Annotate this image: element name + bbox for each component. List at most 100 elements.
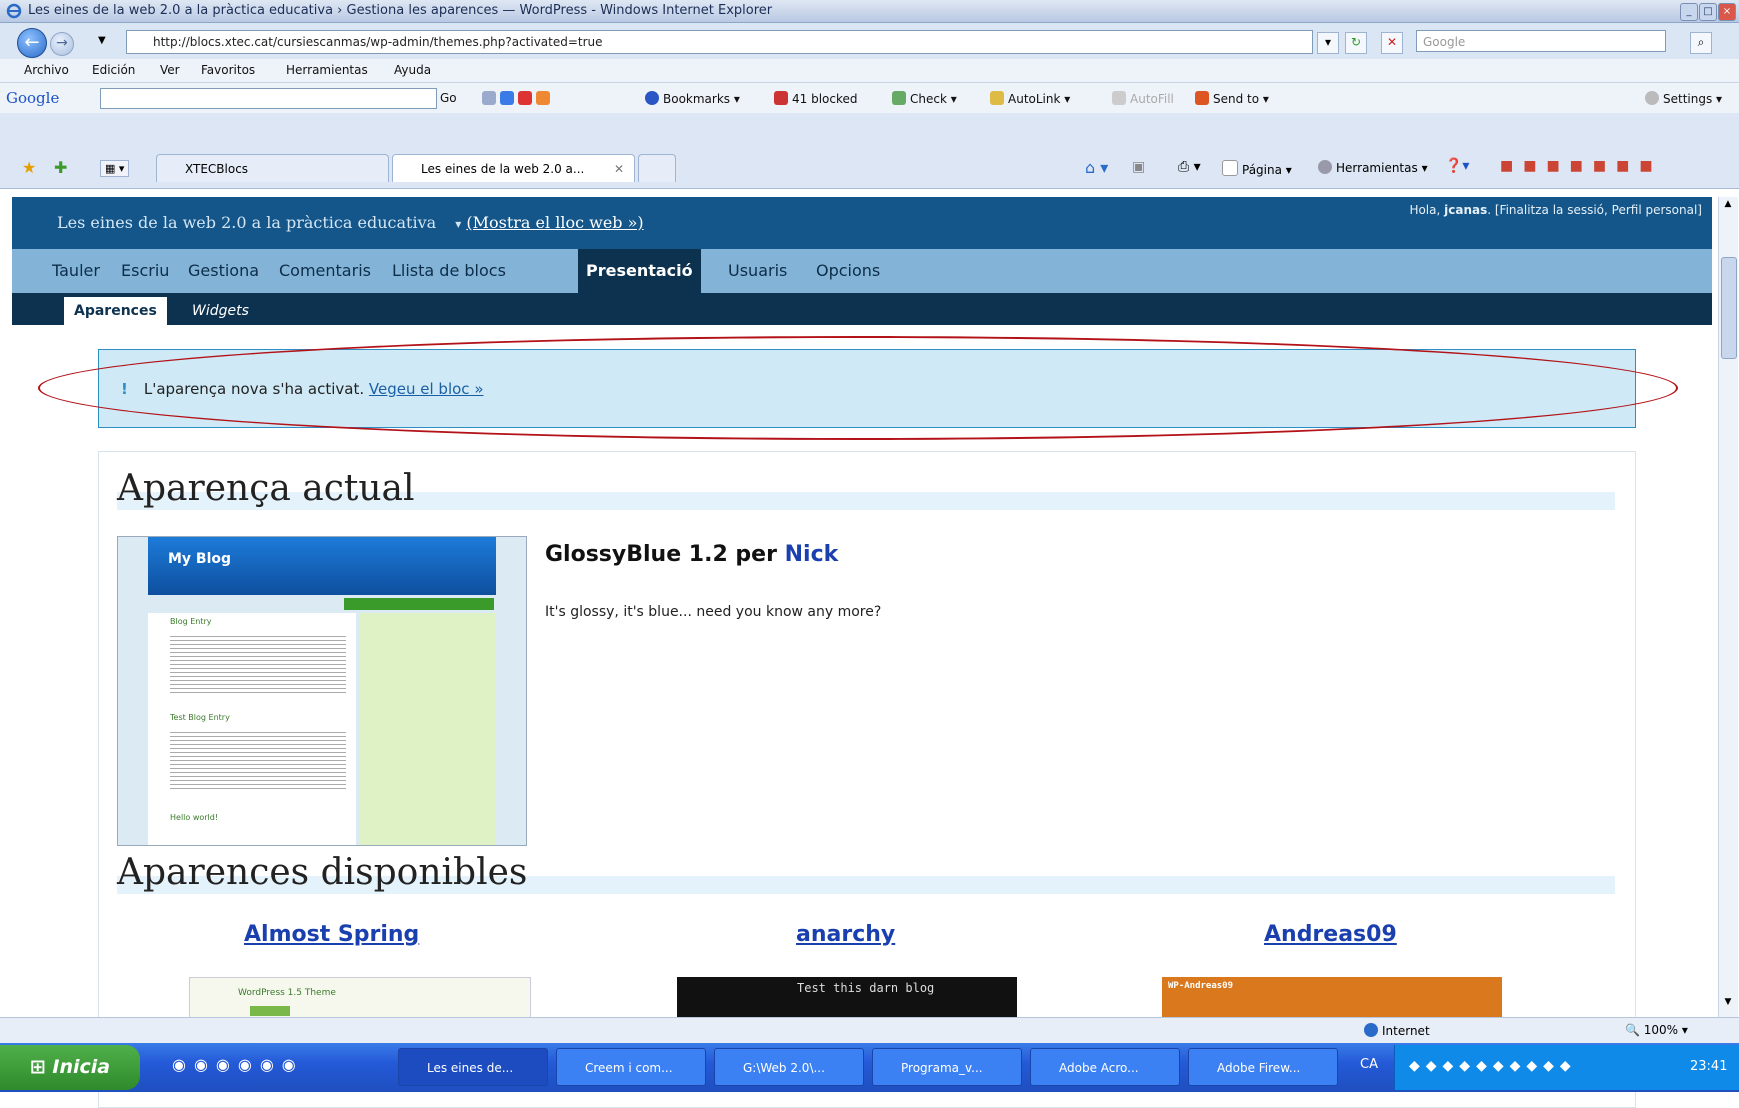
address-dropdown-icon[interactable]: ▾: [1317, 32, 1339, 54]
maximize-button[interactable]: □: [1699, 3, 1717, 21]
page-menu[interactable]: Página ▾: [1222, 160, 1292, 177]
task-creem[interactable]: Creem i com...: [556, 1048, 706, 1086]
menu-gestiona[interactable]: Gestiona: [188, 261, 259, 280]
feeds-icon[interactable]: ▣: [1132, 159, 1145, 175]
anarchy-thumbnail[interactable]: Test this darn blog: [677, 977, 1017, 1017]
minimize-button[interactable]: _: [1680, 3, 1698, 21]
username[interactable]: jcanas: [1444, 203, 1487, 217]
start-button[interactable]: ⊞ Inicia: [0, 1045, 140, 1090]
google-go-button[interactable]: Go: [440, 91, 457, 105]
annotation-ellipse: [38, 336, 1678, 440]
page-scrollbar[interactable]: ▲ ▼: [1718, 197, 1738, 1017]
menu-opcions[interactable]: Opcions: [816, 261, 880, 280]
tools-menu[interactable]: Herramientas ▾: [1318, 160, 1428, 175]
menu-edicion[interactable]: Edición: [92, 63, 135, 77]
scroll-down-arrow-icon[interactable]: ▼: [1720, 997, 1736, 1011]
tab-row: ★ ✚ ▦ ▾ XTECBlocs Les eines de la web 2.…: [0, 148, 1739, 189]
extension-icons[interactable]: ■■■■■■■: [1500, 158, 1663, 174]
window-title-bar: Les eines de la web 2.0 a la pràctica ed…: [0, 0, 1739, 23]
menu-herramientas[interactable]: Herramientas: [286, 63, 368, 77]
task-les-eines[interactable]: Les eines de...: [398, 1048, 548, 1086]
scroll-thumb[interactable]: [1721, 257, 1737, 359]
thumb-bar: [250, 1006, 290, 1016]
task-web20-folder[interactable]: G:\Web 2.0\...: [714, 1048, 864, 1086]
preview-nav: [344, 598, 494, 610]
back-button[interactable]: ←: [17, 28, 47, 58]
autolink-icon: [990, 91, 1004, 105]
quick-tabs-icon[interactable]: ▦ ▾: [100, 160, 130, 177]
quicklaunch-icons[interactable]: ◉◉◉◉◉◉: [172, 1055, 304, 1074]
print-icon[interactable]: ⎙ ▾: [1178, 159, 1201, 175]
menu-comentaris[interactable]: Comentaris: [279, 261, 371, 280]
autofill-button[interactable]: AutoFill: [1112, 91, 1174, 106]
add-favorite-icon[interactable]: ✚: [54, 158, 67, 177]
spellcheck-button[interactable]: Check ▾: [892, 91, 957, 106]
status-bar: Internet 🔍 100% ▾: [0, 1017, 1739, 1044]
home-icon[interactable]: ⌂ ▾: [1085, 158, 1108, 177]
search-input[interactable]: Google: [1416, 30, 1666, 52]
security-zone: Internet: [1364, 1023, 1430, 1038]
close-tab-icon[interactable]: ✕: [614, 155, 624, 182]
new-tab-button[interactable]: [638, 154, 676, 182]
zoom-level[interactable]: 🔍 100% ▾: [1625, 1023, 1688, 1037]
address-bar[interactable]: http://blocs.xtec.cat/cursiescanmas/wp-a…: [126, 30, 1313, 54]
news-icon: [536, 91, 550, 105]
menu-presentacio[interactable]: Presentació: [578, 249, 701, 293]
globe-icon: [1364, 1023, 1378, 1037]
tab-xtecblocs[interactable]: XTECBlocs: [156, 154, 389, 182]
star-icon: [645, 91, 659, 105]
stop-icon[interactable]: ✕: [1381, 32, 1403, 54]
address-toolbar: ← → ▼ http://blocs.xtec.cat/cursiescanma…: [0, 23, 1739, 59]
preview-text-lines: [170, 729, 346, 789]
almost-spring-thumbnail[interactable]: WordPress 1.5 Theme: [189, 977, 531, 1019]
windows-logo-icon: ⊞: [29, 1056, 53, 1078]
ie-logo-icon: [6, 3, 22, 19]
user-links[interactable]: . [Finalitza la sessió, Perfil personal]: [1487, 203, 1702, 217]
thumb-text: WordPress 1.5 Theme: [238, 988, 336, 998]
help-icon[interactable]: ❓▾: [1445, 158, 1469, 174]
bookmarks-button[interactable]: Bookmarks ▾: [645, 91, 740, 106]
task-adobe-acrobat[interactable]: Adobe Acro...: [1030, 1048, 1180, 1086]
search-icon[interactable]: ⌕: [1690, 32, 1712, 54]
view-site-link[interactable]: (Mostra el lloc web »): [466, 213, 643, 232]
forward-button[interactable]: →: [50, 32, 74, 56]
submenu-widgets[interactable]: Widgets: [192, 303, 249, 319]
submenu-aparences[interactable]: Aparences: [64, 297, 167, 325]
admin-menu: Tauler Escriu Gestiona Comentaris Llista…: [12, 249, 1712, 293]
favorites-star-icon[interactable]: ★: [22, 158, 36, 177]
history-dropdown-icon[interactable]: ▼: [98, 35, 106, 46]
task-programa[interactable]: Programa_v...: [872, 1048, 1022, 1086]
google-search-box[interactable]: [100, 88, 437, 109]
language-indicator[interactable]: CA: [1360, 1057, 1378, 1072]
tray-icons[interactable]: ◆◆◆◆◆◆◆◆◆◆: [1409, 1058, 1577, 1074]
wp-header: Les eines de la web 2.0 a la pràctica ed…: [12, 197, 1712, 249]
menu-llista-blocs[interactable]: Llista de blocs: [392, 261, 506, 280]
settings-button[interactable]: Settings ▾: [1645, 91, 1722, 106]
thumb-text: Test this darn blog: [797, 981, 935, 995]
refresh-icon[interactable]: ↻: [1345, 32, 1367, 54]
menu-ver[interactable]: Ver: [160, 63, 180, 77]
site-title: Les eines de la web 2.0 a la pràctica ed…: [57, 213, 437, 232]
close-window-button[interactable]: ×: [1718, 3, 1736, 21]
theme-andreas09-link[interactable]: Andreas09: [1264, 922, 1397, 947]
menu-ayuda[interactable]: Ayuda: [394, 63, 431, 77]
preview-sidebar: [359, 613, 496, 845]
gmail-icon: [518, 91, 532, 105]
menu-favoritos[interactable]: Favoritos: [201, 63, 255, 77]
scroll-up-arrow-icon[interactable]: ▲: [1720, 199, 1736, 213]
task-adobe-fireworks[interactable]: Adobe Firew...: [1188, 1048, 1338, 1086]
theme-anarchy-link[interactable]: anarchy: [796, 922, 895, 947]
toolbar-icons[interactable]: [482, 91, 554, 106]
andreas09-thumbnail[interactable]: WP-Andreas09: [1162, 977, 1502, 1017]
preview-blog-title: My Blog: [168, 551, 232, 567]
theme-author-link[interactable]: Nick: [785, 542, 839, 567]
theme-almost-spring-link[interactable]: Almost Spring: [244, 922, 419, 947]
tab-wordpress[interactable]: Les eines de la web 2.0 a... ✕: [392, 154, 635, 182]
autolink-button[interactable]: AutoLink ▾: [990, 91, 1070, 106]
menu-usuaris[interactable]: Usuaris: [728, 261, 787, 280]
menu-archivo[interactable]: Archivo: [24, 63, 69, 77]
popup-blocker-button[interactable]: 41 blocked: [774, 91, 858, 106]
sendto-button[interactable]: Send to ▾: [1195, 91, 1269, 106]
menu-tauler[interactable]: Tauler: [52, 261, 100, 280]
menu-escriu[interactable]: Escriu: [121, 261, 169, 280]
